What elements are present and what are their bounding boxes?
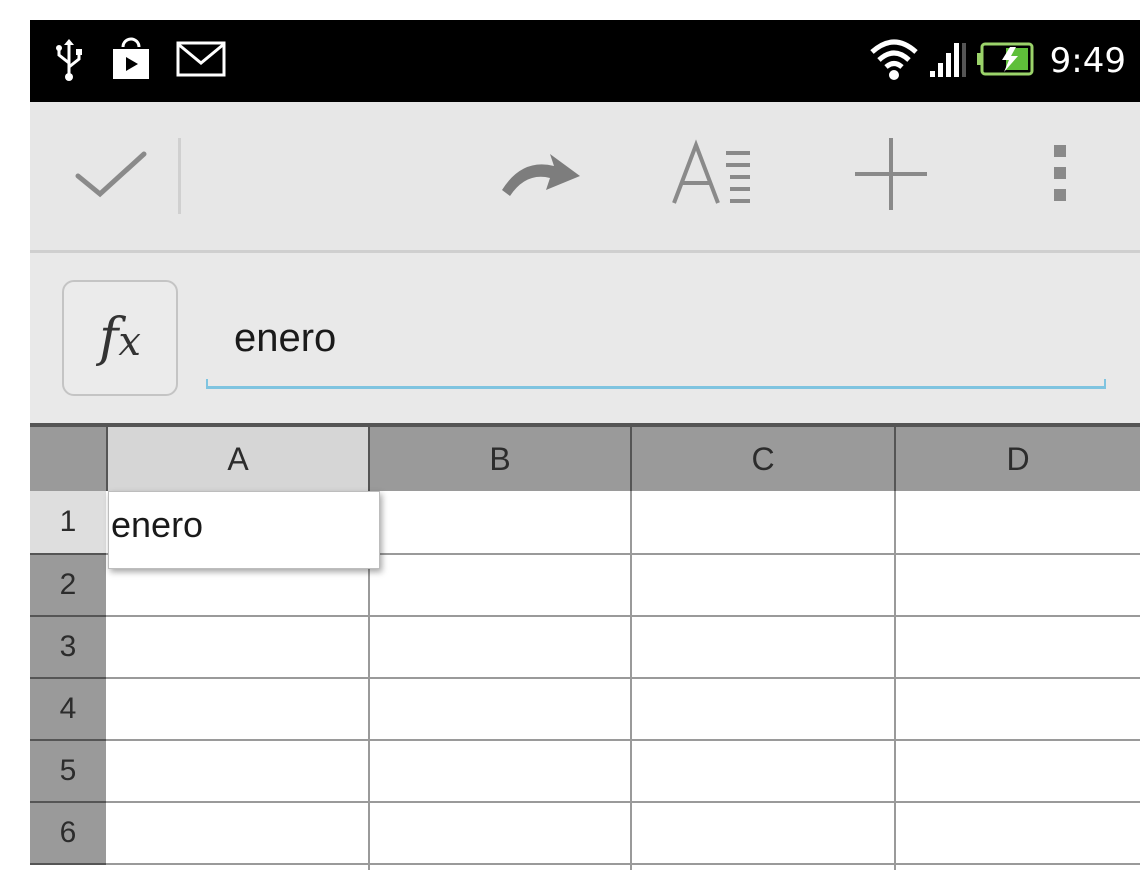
action-bar: [30, 102, 1140, 253]
column-header-d[interactable]: D: [896, 427, 1140, 491]
done-button[interactable]: [50, 102, 170, 250]
grid-line: [106, 801, 1140, 803]
system-status: 9:49: [868, 20, 1126, 102]
add-icon: [849, 132, 933, 220]
row-header-5[interactable]: 5: [30, 741, 106, 803]
spreadsheet-grid: A B C D 1 2 3 4 5 6 enero: [30, 423, 1140, 870]
select-all-corner[interactable]: [30, 427, 108, 491]
row-header-4[interactable]: 4: [30, 679, 106, 741]
grid-line: [630, 491, 632, 870]
grid-line: [894, 491, 896, 870]
notification-icons: [52, 20, 226, 102]
checkmark-icon: [70, 144, 150, 208]
status-bar: 9:49: [30, 20, 1140, 102]
overflow-menu-button[interactable]: [1020, 102, 1100, 250]
grid-line: [106, 739, 1140, 741]
text-format-button[interactable]: [658, 102, 768, 250]
row-header-2[interactable]: 2: [30, 555, 106, 617]
row-header-1[interactable]: 1: [30, 491, 106, 555]
column-header-c[interactable]: C: [632, 427, 896, 491]
signal-icon: [928, 39, 968, 83]
mail-icon: [176, 41, 226, 81]
grid-line: [106, 615, 1140, 617]
wifi-icon: [868, 36, 920, 86]
row-header-3[interactable]: 3: [30, 617, 106, 679]
play-store-icon: [110, 37, 152, 85]
formula-input-underline: [206, 379, 1106, 389]
cell-a1-value: enero: [111, 504, 204, 545]
active-cell-a1[interactable]: enero: [108, 491, 380, 569]
battery-charging-icon: [976, 41, 1036, 81]
function-button[interactable]: fx: [62, 280, 178, 396]
redo-button[interactable]: [480, 102, 600, 250]
row-header-6[interactable]: 6: [30, 803, 106, 865]
formula-bar: fx enero: [30, 253, 1140, 423]
toolbar-divider: [178, 138, 181, 214]
overflow-menu-icon: [1050, 139, 1070, 213]
text-format-icon: [668, 139, 758, 213]
usb-icon: [52, 37, 86, 85]
clock: 9:49: [1049, 41, 1126, 81]
add-button[interactable]: [836, 102, 946, 250]
column-header-a[interactable]: A: [108, 427, 370, 491]
formula-input[interactable]: enero: [234, 305, 910, 371]
column-header-b[interactable]: B: [370, 427, 632, 491]
redo-icon: [492, 146, 588, 206]
grid-line: [106, 863, 1140, 865]
grid-line: [106, 677, 1140, 679]
function-icon: fx: [99, 308, 141, 368]
column-header-row: A B C D: [30, 423, 1140, 491]
